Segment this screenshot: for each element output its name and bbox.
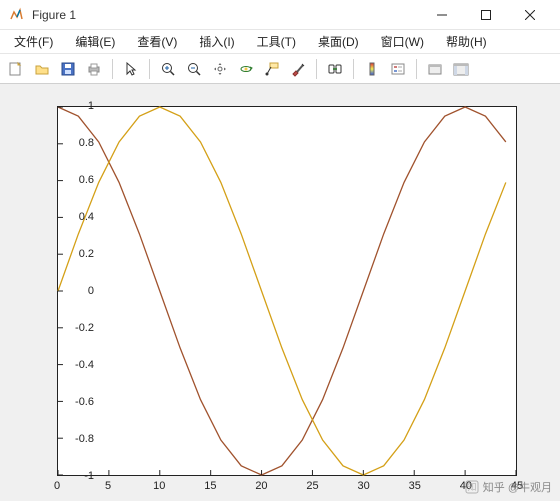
x-tick-label: 35 [409, 480, 421, 492]
brush-button[interactable] [286, 57, 310, 81]
hide-plot-tools-button[interactable] [423, 57, 447, 81]
y-tick-label: 0.2 [54, 248, 94, 260]
toolbar-separator [149, 59, 150, 79]
x-tick-label: 0 [54, 480, 60, 492]
x-tick-label: 45 [511, 480, 523, 492]
menubar: 文件(F) 编辑(E) 查看(V) 插入(I) 工具(T) 桌面(D) 窗口(W… [0, 30, 560, 54]
y-tick-label: 0.8 [54, 137, 94, 149]
link-button[interactable] [323, 57, 347, 81]
x-tick-label: 40 [460, 480, 472, 492]
zoom-out-button[interactable] [182, 57, 206, 81]
toolbar-separator [316, 59, 317, 79]
minimize-button[interactable] [420, 0, 464, 30]
x-tick-label: 5 [105, 480, 111, 492]
menu-edit[interactable]: 编辑(E) [65, 30, 125, 53]
x-tick-label: 30 [358, 480, 370, 492]
save-button[interactable] [56, 57, 80, 81]
axes[interactable] [57, 106, 517, 476]
titlebar: Figure 1 [0, 0, 560, 30]
chart-canvas [58, 107, 516, 475]
pan-button[interactable] [208, 57, 232, 81]
menu-insert[interactable]: 插入(I) [189, 30, 244, 53]
y-tick-label: 0 [54, 285, 94, 297]
insert-colorbar-button[interactable] [360, 57, 384, 81]
series-sin [58, 107, 506, 475]
y-tick-label: 0.6 [54, 174, 94, 186]
y-tick-label: -0.6 [54, 396, 94, 408]
series-cos [58, 107, 506, 475]
insert-legend-button[interactable] [386, 57, 410, 81]
menu-view[interactable]: 查看(V) [127, 30, 187, 53]
x-tick-label: 25 [306, 480, 318, 492]
maximize-button[interactable] [464, 0, 508, 30]
print-button[interactable] [82, 57, 106, 81]
plot-area: -1-0.8-0.6-0.4-0.200.20.40.60.81 0510152… [0, 84, 560, 501]
toolbar-separator [416, 59, 417, 79]
menu-file[interactable]: 文件(F) [4, 30, 63, 53]
new-figure-button[interactable] [4, 57, 28, 81]
open-button[interactable] [30, 57, 54, 81]
menu-help[interactable]: 帮助(H) [436, 30, 497, 53]
menu-window[interactable]: 窗口(W) [371, 30, 434, 53]
window-title: Figure 1 [32, 8, 420, 22]
data-cursor-button[interactable] [260, 57, 284, 81]
y-tick-label: -0.4 [54, 359, 94, 371]
y-tick-label: 1 [54, 100, 94, 112]
rotate-3d-button[interactable] [234, 57, 258, 81]
menu-desktop[interactable]: 桌面(D) [308, 30, 369, 53]
y-tick-label: -0.2 [54, 322, 94, 334]
pointer-button[interactable] [119, 57, 143, 81]
zoom-in-button[interactable] [156, 57, 180, 81]
x-tick-label: 10 [153, 480, 165, 492]
toolbar [0, 54, 560, 84]
x-tick-label: 15 [204, 480, 216, 492]
matlab-icon [8, 7, 24, 23]
toolbar-separator [353, 59, 354, 79]
show-plot-tools-button[interactable] [449, 57, 473, 81]
toolbar-separator [112, 59, 113, 79]
close-button[interactable] [508, 0, 552, 30]
watermark: 知 知乎 @牛观月 [465, 479, 552, 495]
menu-tools[interactable]: 工具(T) [247, 30, 306, 53]
y-tick-label: 0.4 [54, 211, 94, 223]
x-tick-label: 20 [255, 480, 267, 492]
y-tick-label: -0.8 [54, 433, 94, 445]
